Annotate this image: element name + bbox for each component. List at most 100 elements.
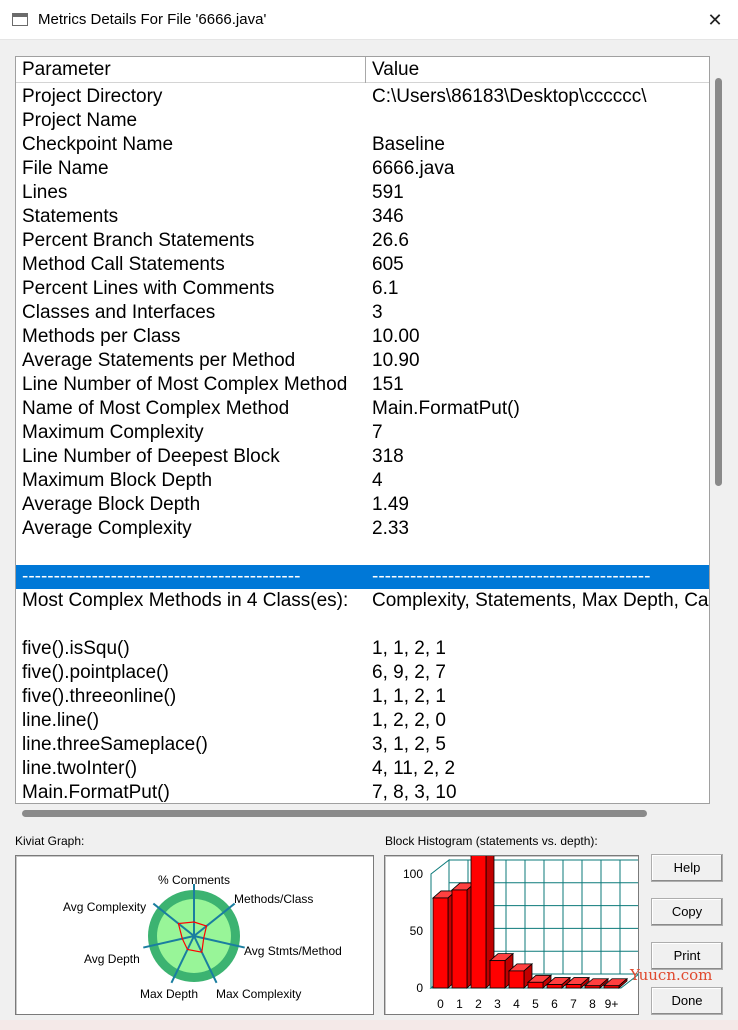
table-row[interactable]: Line Number of Deepest Block 318 bbox=[16, 445, 709, 469]
cell-value: 26.6 bbox=[372, 230, 409, 251]
table-row[interactable]: Statements 346 bbox=[16, 205, 709, 229]
table-row[interactable]: Average Complexity 2.33 bbox=[16, 517, 709, 541]
cell-value: 6, 9, 2, 7 bbox=[372, 662, 446, 683]
cell-value: ----------------------------------------… bbox=[372, 566, 651, 587]
table-row[interactable]: Most Complex Methods in 4 Class(es): Comp… bbox=[16, 589, 709, 613]
cell-parameter: Line Number of Deepest Block bbox=[22, 446, 280, 467]
table-row[interactable]: Project Name bbox=[16, 109, 709, 133]
table-row[interactable]: Line Number of Most Complex Method 151 bbox=[16, 373, 709, 397]
table-row-selected[interactable]: ----------------------------------------… bbox=[16, 565, 709, 589]
horizontal-scroll-thumb[interactable] bbox=[22, 810, 647, 817]
table-row[interactable]: five().pointplace() 6, 9, 2, 7 bbox=[16, 661, 709, 685]
histogram-x-tick-label: 9+ bbox=[605, 997, 619, 1011]
histogram-y-tick-label: 0 bbox=[416, 981, 423, 995]
table-row[interactable]: Average Statements per Method 10.90 bbox=[16, 349, 709, 373]
cell-parameter: Average Block Depth bbox=[22, 494, 201, 515]
cell-value: 6.1 bbox=[372, 278, 399, 299]
copy-button[interactable]: Copy bbox=[651, 898, 723, 926]
column-header-parameter[interactable]: Parameter bbox=[16, 57, 366, 83]
table-row[interactable]: Name of Most Complex Method Main.FormatPu… bbox=[16, 397, 709, 421]
histogram-x-tick-label: 5 bbox=[532, 997, 539, 1011]
table-row[interactable]: line.threeSameplace() 3, 1, 2, 5 bbox=[16, 733, 709, 757]
table-row[interactable]: line.line() 1, 2, 2, 0 bbox=[16, 709, 709, 733]
kiviat-axis-label-methods-class: Methods/Class bbox=[234, 892, 313, 906]
table-row[interactable]: five().threeonline() 1, 1, 2, 1 bbox=[16, 685, 709, 709]
cell-value: 10.00 bbox=[372, 326, 420, 347]
cell-parameter: line.twoInter() bbox=[22, 758, 138, 779]
histogram-x-tick-label: 0 bbox=[437, 997, 444, 1011]
close-button[interactable]: ✕ bbox=[692, 0, 738, 40]
table-row[interactable]: five().isSqu() 1, 1, 2, 1 bbox=[16, 637, 709, 661]
window-title: Metrics Details For File '6666.java' bbox=[38, 11, 267, 28]
histogram-bar bbox=[451, 889, 468, 989]
histogram-bar bbox=[432, 897, 449, 989]
histogram-bar bbox=[470, 853, 487, 989]
cell-value: 346 bbox=[372, 206, 404, 227]
table-row[interactable]: Main.FormatPut() 7, 8, 3, 10 bbox=[16, 781, 709, 803]
cell-parameter: Project Directory bbox=[22, 86, 163, 107]
cell-value: 3, 1, 2, 5 bbox=[372, 734, 446, 755]
metrics-table: Parameter Value Project Directory C:\User… bbox=[15, 56, 710, 804]
window-icon bbox=[12, 13, 28, 26]
table-row[interactable] bbox=[16, 541, 709, 565]
kiviat-axis-label-max-complexity: Max Complexity bbox=[216, 987, 301, 1001]
table-row[interactable] bbox=[16, 613, 709, 637]
table-row[interactable]: Methods per Class 10.00 bbox=[16, 325, 709, 349]
histogram-x-tick-label: 7 bbox=[570, 997, 577, 1011]
histogram-bar bbox=[527, 981, 544, 989]
cell-parameter: Percent Branch Statements bbox=[22, 230, 255, 251]
histogram-y-tick-label: 50 bbox=[410, 924, 424, 938]
table-row[interactable]: Classes and Interfaces 3 bbox=[16, 301, 709, 325]
cell-value: C:\Users\86183\Desktop\cccccc\ bbox=[372, 86, 647, 107]
table-row[interactable]: Project Directory C:\Users\86183\Desktop\… bbox=[16, 85, 709, 109]
vertical-scroll-thumb[interactable] bbox=[715, 78, 722, 486]
table-row[interactable]: Maximum Complexity 7 bbox=[16, 421, 709, 445]
kiviat-label: Kiviat Graph: bbox=[15, 834, 85, 848]
cell-parameter: Project Name bbox=[22, 110, 138, 131]
table-row[interactable]: Method Call Statements 605 bbox=[16, 253, 709, 277]
histogram-x-tick-label: 3 bbox=[494, 997, 501, 1011]
taskbar-strip bbox=[0, 1020, 738, 1030]
cell-parameter: Classes and Interfaces bbox=[22, 302, 216, 323]
column-header-value[interactable]: Value bbox=[366, 57, 709, 83]
cell-value: 318 bbox=[372, 446, 404, 467]
histogram-x-tick-label: 6 bbox=[551, 997, 558, 1011]
done-button[interactable]: Done bbox=[651, 987, 723, 1015]
cell-value: 1.49 bbox=[372, 494, 409, 515]
cell-parameter: Method Call Statements bbox=[22, 254, 225, 275]
histogram-x-tick-label: 1 bbox=[456, 997, 463, 1011]
table-row[interactable]: line.twoInter() 4, 11, 2, 2 bbox=[16, 757, 709, 781]
cell-parameter: Percent Lines with Comments bbox=[22, 278, 275, 299]
cell-value: 591 bbox=[372, 182, 404, 203]
horizontal-scrollbar[interactable] bbox=[15, 806, 710, 820]
histogram-label: Block Histogram (statements vs. depth): bbox=[385, 834, 598, 848]
table-row[interactable]: Percent Lines with Comments 6.1 bbox=[16, 277, 709, 301]
cell-value: 4 bbox=[372, 470, 383, 491]
table-row[interactable]: Maximum Block Depth 4 bbox=[16, 469, 709, 493]
title-bar: Metrics Details For File '6666.java' ✕ bbox=[0, 0, 738, 40]
kiviat-graph: % Comments Methods/Class Avg Stmts/Metho… bbox=[63, 873, 342, 1001]
cell-parameter: five().isSqu() bbox=[22, 638, 130, 659]
cell-parameter: Checkpoint Name bbox=[22, 134, 174, 155]
cell-value: 10.90 bbox=[372, 350, 420, 371]
cell-value: 7, 8, 3, 10 bbox=[372, 782, 457, 803]
cell-parameter: line.threeSameplace() bbox=[22, 734, 208, 755]
table-row[interactable]: Checkpoint Name Baseline bbox=[16, 133, 709, 157]
vertical-scrollbar[interactable] bbox=[712, 56, 726, 804]
table-row[interactable]: File Name 6666.java bbox=[16, 157, 709, 181]
cell-parameter: Average Statements per Method bbox=[22, 350, 296, 371]
table-row[interactable]: Lines 591 bbox=[16, 181, 709, 205]
cell-value: 3 bbox=[372, 302, 383, 323]
table-row[interactable]: Percent Branch Statements 26.6 bbox=[16, 229, 709, 253]
kiviat-axis-label-comments: % Comments bbox=[158, 873, 230, 887]
cell-parameter: five().threeonline() bbox=[22, 686, 177, 707]
cell-parameter: Maximum Complexity bbox=[22, 422, 204, 443]
table-header: Parameter Value bbox=[16, 57, 709, 83]
histogram-bar bbox=[603, 985, 620, 989]
kiviat-axis-label-max-depth: Max Depth bbox=[140, 987, 198, 1001]
table-row[interactable]: Average Block Depth 1.49 bbox=[16, 493, 709, 517]
help-button[interactable]: Help bbox=[651, 854, 723, 882]
cell-value: Complexity, Statements, Max Depth, Calls bbox=[372, 590, 710, 611]
histogram-bar bbox=[489, 960, 506, 989]
histogram-bar bbox=[508, 970, 525, 989]
